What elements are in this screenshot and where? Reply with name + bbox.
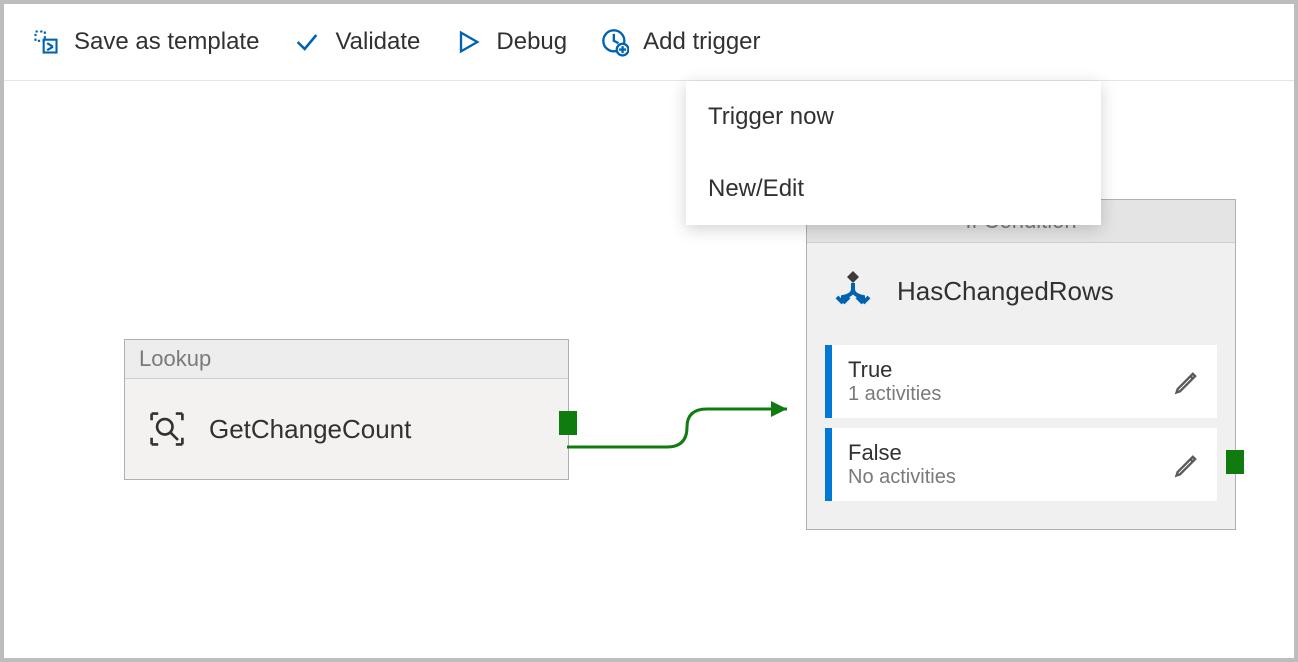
template-icon — [32, 28, 60, 56]
validate-label: Validate — [335, 28, 420, 56]
save-as-template-label: Save as template — [74, 28, 259, 56]
lookup-icon — [145, 407, 189, 451]
trigger-now-menu-item[interactable]: Trigger now — [686, 81, 1101, 153]
branch-text: False No activities — [848, 440, 956, 489]
success-connector — [567, 401, 807, 461]
branch-label: True — [848, 357, 941, 383]
pencil-icon[interactable] — [1173, 368, 1201, 396]
add-trigger-label: Add trigger — [643, 28, 760, 56]
branch-activity-count: No activities — [848, 466, 956, 489]
debug-label: Debug — [496, 28, 567, 56]
activity-node-lookup[interactable]: Lookup GetChangeCount — [124, 339, 569, 480]
debug-button[interactable]: Debug — [454, 28, 567, 56]
validate-button[interactable]: Validate — [293, 28, 420, 56]
trigger-clock-icon — [601, 28, 629, 56]
branch-activity-count: 1 activities — [848, 383, 941, 406]
if-false-branch[interactable]: False No activities — [825, 428, 1217, 501]
branch-text: True 1 activities — [848, 357, 941, 406]
if-true-branch[interactable]: True 1 activities — [825, 345, 1217, 418]
save-as-template-button[interactable]: Save as template — [32, 28, 259, 56]
toolbar: Save as template Validate Debug Add trig… — [4, 4, 1294, 81]
add-trigger-button[interactable]: Add trigger — [601, 28, 760, 56]
activity-node-if-condition[interactable]: If Condition HasChangedRows True 1 activ… — [806, 199, 1236, 530]
play-icon — [454, 28, 482, 56]
new-edit-menu-item[interactable]: New/Edit — [686, 153, 1101, 225]
output-port[interactable] — [559, 411, 577, 435]
activity-body: GetChangeCount — [125, 379, 568, 479]
activity-name: HasChangedRows — [897, 276, 1114, 307]
pencil-icon[interactable] — [1173, 451, 1201, 479]
checkmark-icon — [293, 28, 321, 56]
if-condition-icon — [829, 267, 877, 315]
trigger-dropdown-menu: Trigger now New/Edit — [686, 81, 1101, 225]
activity-name: GetChangeCount — [209, 414, 411, 445]
output-port[interactable] — [1226, 450, 1244, 474]
activity-type-label: Lookup — [125, 340, 568, 379]
branch-label: False — [848, 440, 956, 466]
activity-title-row: HasChangedRows — [807, 243, 1235, 335]
